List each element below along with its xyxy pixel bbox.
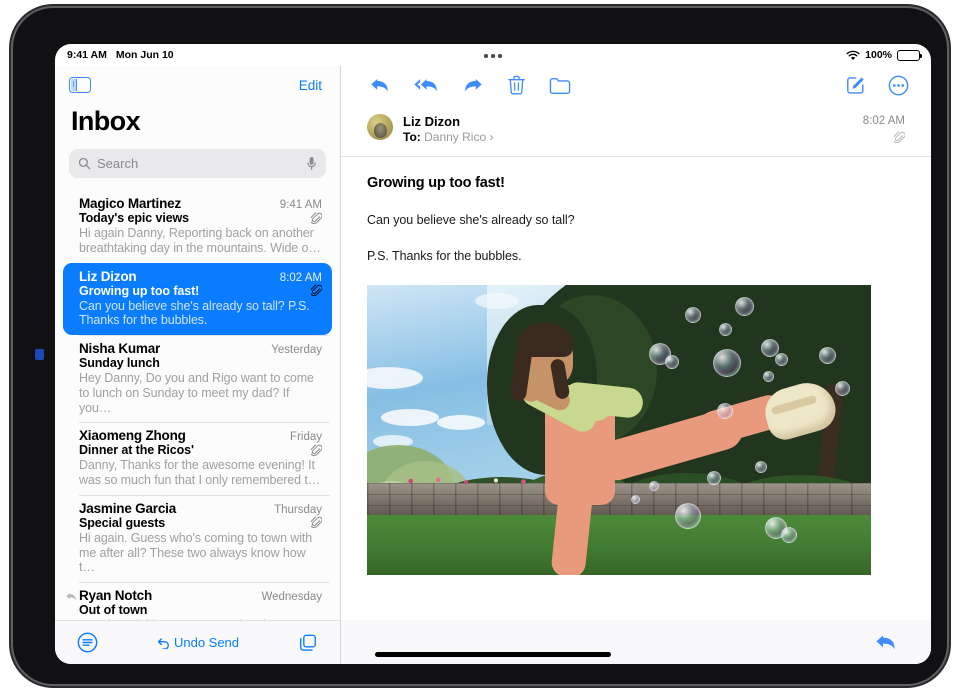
mail-app-body: Edit Inbox Search Magico Martinez 9:41 A… [55,66,931,664]
message-recipient-line[interactable]: To: Danny Rico › [403,130,493,144]
home-indicator [375,652,611,657]
battery-icon [897,49,923,61]
paperclip-icon [311,444,322,456]
mail-date: Thursday [274,503,322,516]
mail-preview: Hey Danny, Do you and Rigo want to come … [79,371,314,415]
mail-list-item[interactable]: Jasmine Garcia Thursday Special guests Hi a… [63,494,332,582]
paperclip-icon [892,131,906,144]
sidebar-bottom-toolbar: Undo Send [55,620,340,664]
reply-icon[interactable] [369,76,390,94]
search-icon [78,157,91,170]
mail-sender: Ryan Notch [79,588,153,603]
paperclip-icon [311,284,322,297]
mail-sender: Xiaomeng Zhong [79,428,186,444]
status-bar-center [55,49,931,61]
microphone-icon[interactable] [306,156,317,171]
folder-icon[interactable] [549,76,571,94]
ipad-screen: 9:41 AM Mon Jun 10 100% Edit Inbox Searc… [55,44,931,664]
more-circle-icon[interactable] [888,75,909,96]
filter-icon[interactable] [77,632,98,653]
mail-list-item[interactable]: Xiaomeng Zhong Friday Dinner at the Ricos'… [63,422,332,495]
message-photo-attachment[interactable] [367,285,905,575]
bezel-marker [35,349,44,360]
mailbox-sidebar: Edit Inbox Search Magico Martinez 9:41 A… [55,66,340,664]
girl-kicking-with-bubbles-photo[interactable] [367,285,871,575]
undo-send-button[interactable]: Undo Send [157,635,239,650]
mail-list-item[interactable]: Magico Martinez 9:41 AM Today's epic views… [63,190,332,263]
sidebar-nav-bar: Edit [55,66,340,104]
reply-icon[interactable] [874,632,897,652]
wifi-icon [846,50,860,60]
mail-preview: Hi again Danny, Reporting back on anothe… [79,226,321,255]
mail-list-item[interactable]: Ryan NotchWednesdayOut of townHowdy, nei… [63,582,332,620]
message-subject: Growing up too fast! [367,175,505,191]
message-paragraph: P.S. Thanks for the bubbles. [367,249,522,263]
mail-list-item[interactable]: Liz Dizon 8:02 AM Growing up too fast! Can … [63,262,332,335]
mail-subject: Special guests [79,515,166,530]
message-header-text: Liz Dizon To: Danny Rico › [403,114,493,144]
trash-icon[interactable] [508,75,525,95]
status-bar-right: 100% [846,49,923,61]
new-window-icon[interactable] [298,633,318,653]
message-header-meta: 8:02 AM [862,115,906,149]
multitasking-dots-icon[interactable] [484,54,502,58]
mail-sender: Nisha Kumar [79,341,161,356]
sidebar-toggle-icon[interactable] [69,77,91,93]
paperclip-icon [311,516,322,529]
page-title: Inbox [71,106,141,136]
status-bar: 9:41 AM Mon Jun 10 100% [55,44,931,66]
mail-sender: Liz Dizon [79,268,137,284]
mail-date: Wednesday [261,591,322,603]
message-detail-pane: Liz Dizon To: Danny Rico › 8:02 AM Growi… [341,66,931,664]
search-placeholder: Search [97,156,139,171]
mail-preview: Can you believe she's already so tall? P… [79,298,310,328]
message-bottom-toolbar [341,620,931,664]
mail-list[interactable]: Magico Martinez 9:41 AM Today's epic views… [55,190,340,620]
recipient-name: Danny Rico [424,130,487,144]
replied-arrow-icon [66,593,76,601]
mail-preview: Danny, Thanks for the awesome evening! I… [79,458,321,487]
message-sender: Liz Dizon [403,114,461,129]
avatar [367,114,393,140]
reply-all-icon[interactable] [414,76,439,94]
message-paragraph: Can you believe she's already so tall? [367,213,575,227]
mail-subject: Dinner at the Ricos' [79,443,194,458]
undo-arrow-icon [157,637,169,649]
mail-subject: Sunday lunch [79,356,160,370]
mail-date: 9:41 AM [279,199,322,211]
to-label: To: [403,130,421,144]
mail-subject: Growing up too fast! [79,283,200,298]
mail-date: Yesterday [271,344,322,356]
mail-subject: Out of town [79,603,148,617]
device-frame: 9:41 AM Mon Jun 10 100% Edit Inbox Searc… [13,8,947,684]
battery-percent-label: 100% [865,49,892,61]
mail-sender: Jasmine Garcia [79,500,177,516]
mail-list-item[interactable]: Nisha Kumar Yesterday Sunday lunch Hey Dann… [63,335,332,422]
mail-date: Friday [290,431,322,444]
message-body: Growing up too fast! Can you believe she… [341,157,931,263]
paperclip-icon [311,211,322,224]
edit-button[interactable]: Edit [299,78,322,93]
undo-send-label: Undo Send [173,635,240,650]
message-toolbar [341,66,931,104]
message-header: Liz Dizon To: Danny Rico › 8:02 AM [341,104,931,157]
mail-sender: Magico Martinez [79,196,182,211]
search-input[interactable]: Search [69,149,326,178]
mail-subject: Today's epic views [79,211,190,225]
message-time: 8:02 AM [862,115,905,127]
chevron-right-icon: › [489,130,494,144]
mail-preview: Hi again. Guess who's coming to town wit… [79,530,313,575]
forward-icon[interactable] [463,76,484,94]
compose-icon[interactable] [846,75,866,95]
mail-date: 8:02 AM [279,271,322,284]
